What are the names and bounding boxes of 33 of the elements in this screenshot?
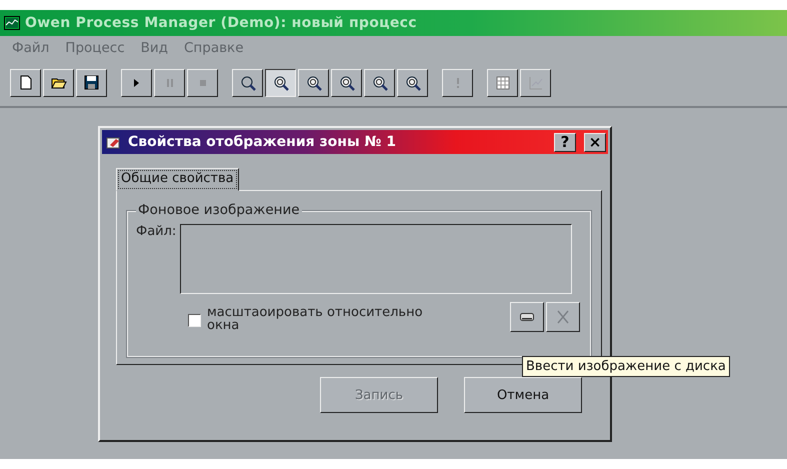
magnifier-icon	[272, 75, 288, 91]
menu-item[interactable]: Справке	[184, 40, 244, 56]
menu-item[interactable]: Процесс	[65, 40, 125, 56]
checkbox-label: масштаоировать относительно окна	[207, 306, 424, 332]
magnifier-icon	[338, 75, 354, 91]
menu-item[interactable]: Файл	[12, 40, 50, 56]
toolbar-button[interactable]	[265, 69, 296, 97]
menu-item[interactable]: Вид	[140, 40, 168, 56]
table-icon	[494, 74, 512, 92]
pause-icon	[166, 79, 172, 87]
clear-button[interactable]	[546, 302, 580, 332]
magnifier-icon	[404, 75, 420, 91]
dialog-button[interactable]: Отмена	[464, 377, 582, 413]
cross-icon	[557, 310, 569, 324]
magnifier-icon	[306, 75, 322, 91]
dialog-title: Свойства отображения зоны № 1	[128, 134, 397, 150]
close-button[interactable]: ×	[584, 132, 606, 152]
help-button[interactable]: ?	[554, 132, 576, 152]
file-field[interactable]	[180, 224, 572, 294]
checkbox[interactable]	[188, 314, 201, 327]
load-button[interactable]	[510, 302, 544, 332]
tab[interactable]: Общие свойства	[116, 168, 239, 191]
magnifier-icon	[372, 75, 388, 91]
field-label: Файл:	[136, 224, 176, 239]
chart-icon	[4, 16, 20, 30]
window-title: Owen Process Manager (Demo): новый процесс	[25, 15, 417, 31]
properties-icon	[106, 135, 122, 149]
stop-icon	[200, 80, 206, 86]
magnifier-icon	[240, 75, 256, 91]
play-icon	[134, 79, 139, 87]
chart-icon	[528, 76, 542, 90]
group-title: Фоновое изображение	[136, 202, 302, 218]
tooltip: Ввести изображение с диска	[522, 356, 730, 377]
